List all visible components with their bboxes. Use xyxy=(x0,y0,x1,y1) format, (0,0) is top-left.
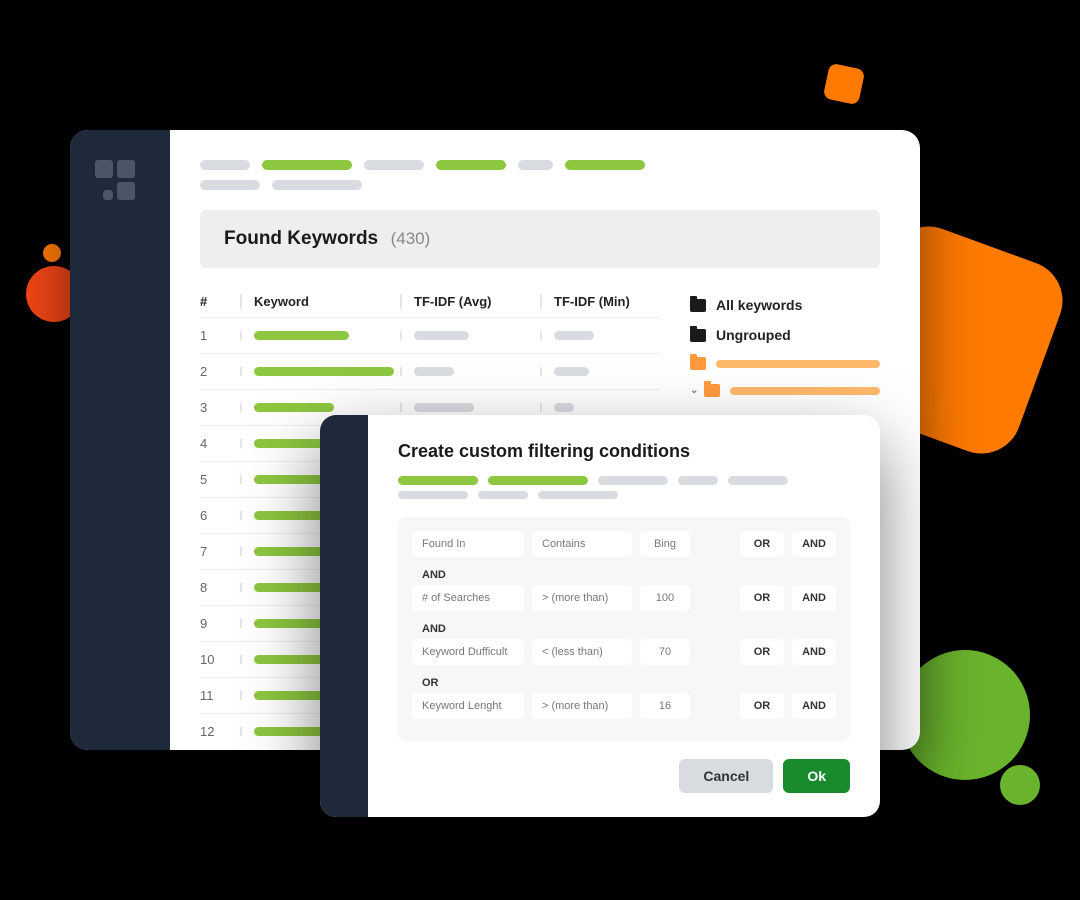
and-button[interactable]: AND xyxy=(792,693,836,719)
row-number: 2 xyxy=(200,364,240,379)
keyword-bar xyxy=(254,403,334,412)
tfidf-avg-bar xyxy=(414,331,469,340)
condition-operator-select[interactable]: < (less than) xyxy=(532,639,632,665)
and-button[interactable]: AND xyxy=(792,531,836,557)
keyword-bar xyxy=(254,367,394,376)
folder-icon xyxy=(690,357,706,370)
keyword-bar xyxy=(254,511,324,520)
table-row[interactable]: 2 xyxy=(200,353,660,389)
tfidf-avg-bar xyxy=(414,403,474,412)
condition-join: AND xyxy=(412,619,836,639)
folder-all-keywords[interactable]: All keywords xyxy=(690,290,880,320)
keyword-bar xyxy=(254,331,349,340)
or-button[interactable]: OR xyxy=(740,531,784,557)
condition-value-input[interactable]: Bing xyxy=(640,531,690,557)
col-number: # xyxy=(200,294,240,309)
condition-value-input[interactable]: 100 xyxy=(640,585,690,611)
chevron-down-icon: ⌄ xyxy=(690,385,698,396)
folder-item[interactable] xyxy=(690,350,880,377)
modal-title: Create custom filtering conditions xyxy=(398,441,850,462)
condition-value-input[interactable]: 70 xyxy=(640,639,690,665)
breadcrumb xyxy=(200,160,880,170)
row-number: 11 xyxy=(200,688,240,703)
row-number: 4 xyxy=(200,436,240,451)
page-header: Found Keywords (430) xyxy=(200,210,880,268)
cancel-button[interactable]: Cancel xyxy=(679,759,773,793)
tfidf-min-bar xyxy=(554,403,574,412)
filter-modal: Create custom filtering conditions Found… xyxy=(320,415,880,817)
and-button[interactable]: AND xyxy=(792,585,836,611)
condition-join: OR xyxy=(412,673,836,693)
table-header: # Keyword TF-IDF (Avg) TF-IDF (Min) xyxy=(200,286,660,317)
condition-field-select[interactable]: Found In xyxy=(412,531,524,557)
condition-row: Found In Contains Bing OR AND xyxy=(412,531,836,557)
row-number: 6 xyxy=(200,508,240,523)
condition-row: Keyword Lenght > (more than) 16 OR AND xyxy=(412,693,836,719)
tfidf-avg-bar xyxy=(414,367,454,376)
condition-value-input[interactable]: 16 xyxy=(640,693,690,719)
row-number: 5 xyxy=(200,472,240,487)
decorative-shape xyxy=(1000,765,1040,805)
condition-row: # of Searches > (more than) 100 OR AND xyxy=(412,585,836,611)
row-number: 7 xyxy=(200,544,240,559)
page-title: Found Keywords xyxy=(224,228,378,249)
ok-button[interactable]: Ok xyxy=(783,759,850,793)
breadcrumb xyxy=(200,180,880,190)
condition-operator-select[interactable]: > (more than) xyxy=(532,693,632,719)
col-keyword[interactable]: Keyword xyxy=(240,294,400,309)
tfidf-min-bar xyxy=(554,367,589,376)
sidebar xyxy=(70,130,170,750)
folder-item[interactable]: ⌄ xyxy=(690,377,880,404)
row-number: 10 xyxy=(200,652,240,667)
condition-row: Keyword Dufficult < (less than) 70 OR AND xyxy=(412,639,836,665)
row-number: 9 xyxy=(200,616,240,631)
condition-operator-select[interactable]: Contains xyxy=(532,531,632,557)
row-number: 3 xyxy=(200,400,240,415)
modal-subtitle xyxy=(398,491,850,499)
folder-icon xyxy=(704,384,720,397)
condition-field-select[interactable]: Keyword Dufficult xyxy=(412,639,524,665)
condition-field-select[interactable]: Keyword Lenght xyxy=(412,693,524,719)
folder-label-placeholder xyxy=(716,360,880,368)
or-button[interactable]: OR xyxy=(740,585,784,611)
modal-subtitle xyxy=(398,476,850,485)
row-number: 8 xyxy=(200,580,240,595)
condition-field-select[interactable]: # of Searches xyxy=(412,585,524,611)
folder-label: Ungrouped xyxy=(716,327,791,343)
row-number: 1 xyxy=(200,328,240,343)
folder-icon xyxy=(690,299,706,312)
decorative-shape xyxy=(43,244,61,262)
decorative-shape xyxy=(823,63,866,106)
table-row[interactable]: 1 xyxy=(200,317,660,353)
modal-sidebar xyxy=(320,415,368,817)
folder-ungrouped[interactable]: Ungrouped xyxy=(690,320,880,350)
row-number: 12 xyxy=(200,724,240,739)
tfidf-min-bar xyxy=(554,331,594,340)
folder-label-placeholder xyxy=(730,387,880,395)
and-button[interactable]: AND xyxy=(792,639,836,665)
conditions-container: Found InContainsBingORANDAND# of Searche… xyxy=(398,517,850,741)
col-tfidf-min[interactable]: TF-IDF (Min) xyxy=(540,294,660,309)
condition-operator-select[interactable]: > (more than) xyxy=(532,585,632,611)
dashboard-icon[interactable] xyxy=(95,160,170,200)
or-button[interactable]: OR xyxy=(740,639,784,665)
folder-icon xyxy=(690,329,706,342)
condition-join: AND xyxy=(412,565,836,585)
folder-label: All keywords xyxy=(716,297,802,313)
col-tfidf-avg[interactable]: TF-IDF (Avg) xyxy=(400,294,540,309)
keyword-count: (430) xyxy=(391,229,431,248)
or-button[interactable]: OR xyxy=(740,693,784,719)
